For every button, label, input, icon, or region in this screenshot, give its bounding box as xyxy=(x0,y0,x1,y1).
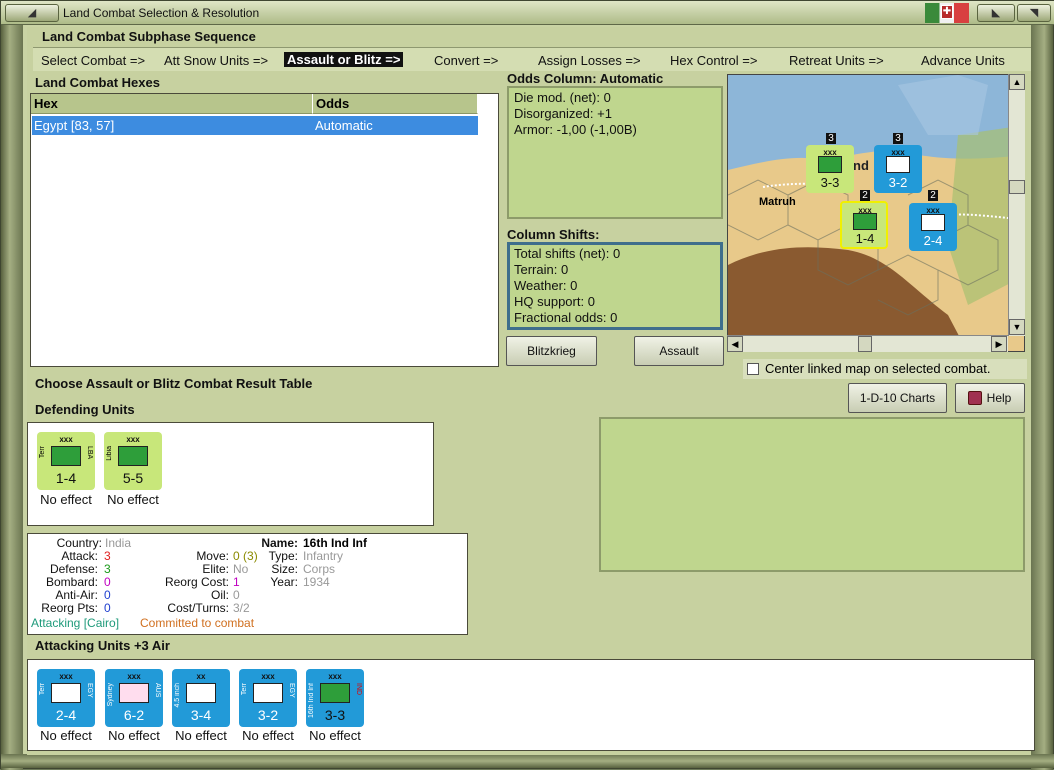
blitzkrieg-button[interactable]: Blitzkrieg xyxy=(506,336,597,366)
step-select-combat[interactable]: Select Combat => xyxy=(41,53,145,68)
scroll-right-icon[interactable]: ▶ xyxy=(991,336,1007,352)
odds-title: Odds Column: Automatic xyxy=(507,71,664,86)
help-button[interactable]: Help xyxy=(955,383,1025,413)
subphase-sequence: Select Combat => Att Snow Units => Assau… xyxy=(33,47,1031,71)
total-shifts: Total shifts (net): 0 xyxy=(514,246,621,261)
unit-info-panel: Country: India Attack: 3 Defense: 3 Bomb… xyxy=(27,533,468,635)
hexes-table: Hex Odds Egypt [83, 57] Automatic xyxy=(30,93,499,367)
scroll-up-icon[interactable]: ▲ xyxy=(1009,74,1025,90)
window-menu-icon[interactable]: ◢ xyxy=(5,4,59,22)
defending-unit[interactable]: xxx Libia 5-5 xyxy=(104,432,162,490)
center-map-option[interactable]: Center linked map on selected combat. xyxy=(743,359,1027,379)
map-counter-selected[interactable]: xxx 1-4 xyxy=(840,201,888,249)
frame-bottom xyxy=(1,754,1054,768)
stack-count: 3 xyxy=(893,133,903,144)
defender-effect: No effect xyxy=(107,492,159,507)
minimize-button[interactable]: ◣ xyxy=(977,4,1015,22)
hex-cell: Egypt [83, 57] xyxy=(34,118,115,133)
status-attacking: Attacking [Cairo] xyxy=(31,616,120,630)
odds-cell: Automatic xyxy=(315,118,373,133)
attacking-unit[interactable]: xxx 16th Ind Inf IND 3-3 xyxy=(306,669,364,727)
attacker-effect: No effect xyxy=(40,728,92,743)
map-horizontal-scrollbar[interactable]: ◀ ▶ xyxy=(727,335,1008,352)
step-convert[interactable]: Convert => xyxy=(434,53,498,68)
stack-count: 2 xyxy=(860,190,870,201)
combat-window: ◢ Land Combat Selection & Resolution ✚ ◣… xyxy=(0,0,1054,770)
step-assign-losses[interactable]: Assign Losses => xyxy=(538,53,641,68)
close-button[interactable]: ◥ xyxy=(1017,4,1051,22)
center-map-checkbox[interactable] xyxy=(747,363,759,375)
terrain-shift: Terrain: 0 xyxy=(514,262,569,277)
fractional-odds-shift: Fractional odds: 0 xyxy=(514,310,618,325)
hexes-title: Land Combat Hexes xyxy=(35,75,160,90)
result-panel xyxy=(599,417,1025,572)
subphase-title: Land Combat Subphase Sequence xyxy=(42,29,256,44)
map-counter[interactable]: xxx 3-2 xyxy=(874,145,922,193)
map-fragment-label: nd xyxy=(853,158,869,173)
step-retreat[interactable]: Retreat Units => xyxy=(789,53,884,68)
attacker-effect: No effect xyxy=(108,728,160,743)
italy-flag-icon: ✚ xyxy=(925,3,969,23)
hq-support-shift: HQ support: 0 xyxy=(514,294,595,309)
defending-title: Defending Units xyxy=(35,402,135,417)
window-title: Land Combat Selection & Resolution xyxy=(63,6,260,20)
hex-column-header[interactable]: Hex xyxy=(31,94,313,114)
attacking-units-panel: xxx Terr EGY 2-4 No effect xxx Sydney AU… xyxy=(27,659,1035,751)
odds-column-header[interactable]: Odds xyxy=(313,94,478,114)
attacker-effect: No effect xyxy=(309,728,361,743)
shifts-title: Column Shifts: xyxy=(507,227,600,242)
attacking-unit[interactable]: xxx Terr EGY 3-2 xyxy=(239,669,297,727)
step-hex-control[interactable]: Hex Control => xyxy=(670,53,757,68)
attacking-unit[interactable]: xx 4.5 inch 3-4 xyxy=(172,669,230,727)
step-advance[interactable]: Advance Units xyxy=(921,53,1005,68)
linked-map[interactable]: Matruh nd xxx 3-3 xxx 3-2 xxx 1-4 xxx 2-… xyxy=(727,74,1025,352)
status-committed: Committed to combat xyxy=(140,616,255,630)
step-att-snow[interactable]: Att Snow Units => xyxy=(164,53,268,68)
armor: Armor: -1,00 (-1,00B) xyxy=(514,122,637,137)
choose-crt-label: Choose Assault or Blitz Combat Result Ta… xyxy=(35,376,313,391)
scroll-left-icon[interactable]: ◀ xyxy=(727,336,743,352)
horizontal-scroll-thumb[interactable] xyxy=(858,336,872,352)
title-bar: ◢ Land Combat Selection & Resolution ✚ ◣… xyxy=(1,1,1054,25)
matruh-label: Matruh xyxy=(759,196,796,208)
attacker-effect: No effect xyxy=(175,728,227,743)
die-mod: Die mod. (net): 0 xyxy=(514,90,611,105)
table-row[interactable]: Egypt [83, 57] Automatic xyxy=(32,116,478,135)
step-assault-blitz[interactable]: Assault or Blitz => xyxy=(284,52,404,67)
scroll-down-icon[interactable]: ▼ xyxy=(1009,319,1025,335)
shifts-panel: Total shifts (net): 0 Terrain: 0 Weather… xyxy=(507,242,723,330)
stack-count: 2 xyxy=(928,190,938,201)
attacker-effect: No effect xyxy=(242,728,294,743)
defending-units-panel: xxx Terr LBA 1-4 No effect xxx Libia 5-5… xyxy=(27,422,434,526)
charts-button[interactable]: 1-D-10 Charts xyxy=(848,383,947,413)
map-counter[interactable]: xxx 2-4 xyxy=(909,203,957,251)
center-map-label: Center linked map on selected combat. xyxy=(765,361,991,376)
reorg-value: 0 xyxy=(104,601,111,615)
odds-panel: Die mod. (net): 0 Disorganized: +1 Armor… xyxy=(507,86,723,219)
frame-left xyxy=(1,25,23,770)
weather-shift: Weather: 0 xyxy=(514,278,578,293)
disorganized: Disorganized: +1 xyxy=(514,106,612,121)
vertical-scroll-thumb[interactable] xyxy=(1009,180,1025,194)
help-book-icon xyxy=(968,391,982,405)
year-value: 1934 xyxy=(303,575,330,589)
defending-unit[interactable]: xxx Terr LBA 1-4 xyxy=(37,432,95,490)
attacking-unit[interactable]: xxx Terr EGY 2-4 xyxy=(37,669,95,727)
stack-count: 3 xyxy=(826,133,836,144)
attacking-unit[interactable]: xxx Sydney AUS 6-2 xyxy=(105,669,163,727)
assault-button[interactable]: Assault xyxy=(634,336,724,366)
map-counter[interactable]: xxx 3-3 xyxy=(806,145,854,193)
attacking-title: Attacking Units +3 Air xyxy=(35,638,170,653)
defender-effect: No effect xyxy=(40,492,92,507)
cost-turns-value: 3/2 xyxy=(233,601,250,615)
map-vertical-scrollbar[interactable]: ▲ ▼ xyxy=(1008,74,1025,336)
